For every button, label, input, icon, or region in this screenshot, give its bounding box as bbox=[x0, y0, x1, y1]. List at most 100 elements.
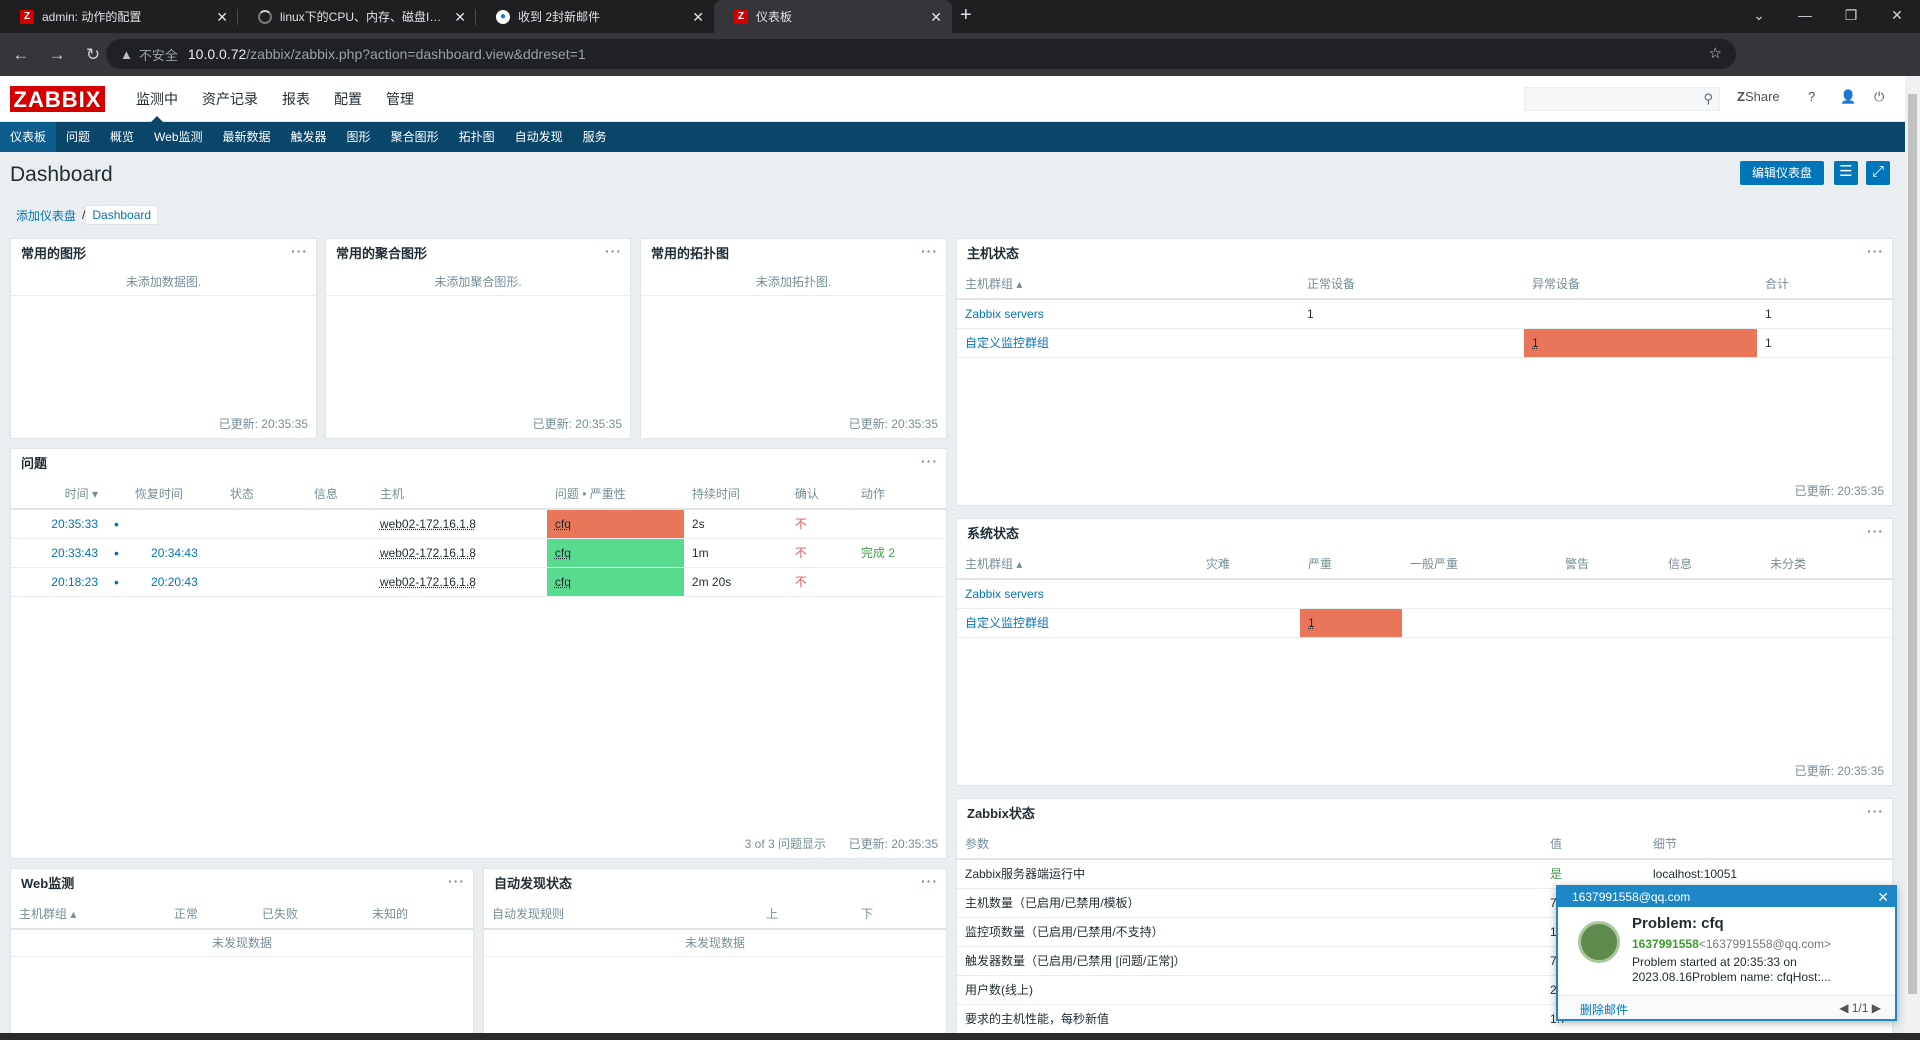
widget-menu-icon[interactable]: ··· bbox=[1867, 236, 1884, 266]
close-tab-icon[interactable]: ✕ bbox=[692, 9, 704, 26]
close-window-icon[interactable]: ✕ bbox=[1874, 0, 1920, 33]
actions-link[interactable] bbox=[852, 509, 946, 539]
problem-name[interactable]: cfq bbox=[546, 538, 684, 568]
browser-tab-mail[interactable]: ● 收到 2封新邮件 ✕ bbox=[476, 0, 714, 33]
menu-configuration[interactable]: 配置 bbox=[322, 76, 374, 122]
table-row: 自定义监控群组 1 1 bbox=[957, 328, 1892, 358]
url-host: 10.0.0.72 bbox=[187, 46, 247, 62]
ack-link[interactable]: 不 bbox=[786, 509, 853, 539]
ack-link[interactable]: 不 bbox=[786, 538, 853, 568]
tab-search-icon[interactable]: ⌄ bbox=[1736, 0, 1782, 33]
minimize-icon[interactable]: — bbox=[1782, 0, 1828, 33]
problem-time[interactable]: 20:33:43 bbox=[11, 538, 106, 568]
submenu-maps[interactable]: 拓扑图 bbox=[449, 122, 505, 152]
host-group-link[interactable]: 自定义监控群组 bbox=[957, 608, 1198, 638]
ack-link[interactable]: 不 bbox=[786, 567, 853, 597]
recovery-time[interactable]: 20:20:43 bbox=[126, 567, 222, 597]
browser-tab-actions[interactable]: Z admin: 动作的配置 ✕ bbox=[0, 0, 238, 33]
dashboard-menu-icon[interactable]: ☰ bbox=[1834, 161, 1858, 185]
close-tab-icon[interactable]: ✕ bbox=[930, 9, 942, 26]
host-link[interactable]: web02-172.16.1.8 bbox=[371, 538, 547, 568]
submenu-latest-data[interactable]: 最新数据 bbox=[213, 122, 281, 152]
prev-icon[interactable]: ◀ bbox=[1839, 1001, 1852, 1015]
widget-menu-icon[interactable]: ··· bbox=[1867, 516, 1884, 546]
host-group-link[interactable]: 自定义监控群组 bbox=[957, 328, 1299, 358]
widget-favorite-maps: 常用的拓扑图 ··· 未添加拓扑图. 已更新: 20:35:35 bbox=[640, 238, 947, 439]
widget-menu-icon[interactable]: ··· bbox=[291, 236, 308, 266]
submenu-overview[interactable]: 概览 bbox=[100, 122, 144, 152]
main-menu: 监测中 资产记录 报表 配置 管理 bbox=[124, 76, 426, 122]
actions-link[interactable] bbox=[852, 567, 946, 597]
restore-icon[interactable]: ❐ bbox=[1828, 0, 1874, 33]
timeline-dot-icon: • bbox=[106, 538, 127, 568]
widget-menu-icon[interactable]: ··· bbox=[605, 236, 622, 266]
menu-administration[interactable]: 管理 bbox=[374, 76, 426, 122]
submenu-services[interactable]: 服务 bbox=[573, 122, 617, 152]
host-group-link[interactable]: Zabbix servers bbox=[957, 299, 1299, 329]
mail-notification-popup[interactable]: 1637991558@qq.com ✕ Problem: cfq 16379915… bbox=[1556, 885, 1897, 1021]
host-group-link[interactable]: Zabbix servers bbox=[957, 579, 1198, 609]
submenu-triggers[interactable]: 触发器 bbox=[281, 122, 337, 152]
widget-menu-icon[interactable]: ··· bbox=[448, 866, 465, 896]
host-link[interactable]: web02-172.16.1.8 bbox=[371, 567, 547, 597]
breadcrumb-root[interactable]: 添加仪表盘 bbox=[10, 207, 82, 224]
fullscreen-icon[interactable]: ⤢ bbox=[1866, 161, 1890, 185]
col-host-group[interactable]: 主机群组 ▴ bbox=[957, 269, 1299, 300]
mail-subject[interactable]: Problem: cfq bbox=[1632, 915, 1724, 932]
close-tab-icon[interactable]: ✕ bbox=[216, 9, 228, 26]
delete-mail-button[interactable]: 删除邮件 bbox=[1580, 1001, 1628, 1018]
recovery-time[interactable] bbox=[126, 509, 222, 539]
new-tab-icon[interactable]: + bbox=[960, 0, 972, 33]
mail-preview[interactable]: Problem started at 20:35:33 on 2023.08.1… bbox=[1632, 955, 1882, 985]
problem-name[interactable]: cfq bbox=[546, 567, 684, 597]
back-icon[interactable]: ← bbox=[6, 45, 36, 65]
col-time[interactable]: 时间 ▾ bbox=[11, 479, 106, 510]
high-count bbox=[1300, 579, 1402, 609]
reload-icon[interactable]: ↻ bbox=[78, 45, 108, 65]
submenu-graphs[interactable]: 图形 bbox=[337, 122, 381, 152]
recovery-time[interactable]: 20:34:43 bbox=[126, 538, 222, 568]
problem-time[interactable]: 20:35:33 bbox=[11, 509, 106, 539]
search-input[interactable]: ⚲ bbox=[1524, 87, 1720, 111]
close-tab-icon[interactable]: ✕ bbox=[454, 9, 466, 26]
close-icon[interactable]: ✕ bbox=[1877, 887, 1889, 907]
widget-menu-icon[interactable]: ··· bbox=[921, 236, 938, 266]
sign-out-icon[interactable]: ⏻ bbox=[1874, 89, 1884, 105]
address-bar[interactable]: ▲ 不安全 10.0.0.72/zabbix/zabbix.php?action… bbox=[106, 39, 1736, 69]
scrollbar-thumb[interactable] bbox=[1908, 94, 1917, 994]
browser-tab-linux[interactable]: linux下的CPU、内存、磁盘IO、 ✕ bbox=[238, 0, 476, 33]
submenu-discovery[interactable]: 自动发现 bbox=[505, 122, 573, 152]
user-profile-icon[interactable]: 👤 bbox=[1840, 89, 1856, 105]
actions-link[interactable]: 完成 2 bbox=[852, 538, 946, 568]
submenu-dashboard[interactable]: 仪表板 bbox=[0, 122, 57, 152]
search-icon[interactable]: ⚲ bbox=[1703, 91, 1713, 107]
browser-tab-dashboard[interactable]: Z 仪表板 ✕ bbox=[714, 0, 952, 33]
submenu-web[interactable]: Web监测 bbox=[144, 122, 212, 152]
share-button[interactable]: ZShare bbox=[1737, 89, 1780, 104]
col-host-group[interactable]: 主机群组 ▴ bbox=[11, 899, 166, 930]
widget-menu-icon[interactable]: ··· bbox=[921, 866, 938, 896]
widget-menu-icon[interactable]: ··· bbox=[921, 446, 938, 476]
zabbix-logo[interactable]: ZABBIX bbox=[10, 86, 105, 112]
widget-web-monitoring: Web监测 ··· 主机群组 ▴ 正常 已失败 未知的 未发现数据 bbox=[10, 868, 474, 1038]
submenu-problems[interactable]: 问题 bbox=[56, 122, 100, 152]
forward-icon[interactable]: → bbox=[42, 45, 72, 65]
widget-menu-icon[interactable]: ··· bbox=[1867, 799, 1884, 826]
problem-name[interactable]: cfq bbox=[546, 509, 684, 539]
menu-inventory[interactable]: 资产记录 bbox=[190, 76, 270, 122]
next-icon[interactable]: ▶ bbox=[1868, 1001, 1881, 1015]
widget-title: 常用的聚合图形 ··· bbox=[326, 239, 630, 269]
edit-dashboard-button[interactable]: 编辑仪表盘 bbox=[1740, 161, 1824, 185]
problem-count[interactable]: 1 bbox=[1524, 328, 1757, 358]
breadcrumb-current[interactable]: Dashboard bbox=[85, 205, 159, 225]
bookmark-star-icon[interactable]: ☆ bbox=[1709, 44, 1722, 62]
high-count[interactable]: 1 bbox=[1300, 608, 1402, 638]
page-scrollbar[interactable] bbox=[1905, 76, 1920, 1040]
menu-monitoring[interactable]: 监测中 bbox=[124, 76, 190, 122]
submenu-screens[interactable]: 聚合图形 bbox=[381, 122, 449, 152]
help-icon[interactable]: ? bbox=[1808, 89, 1815, 104]
host-link[interactable]: web02-172.16.1.8 bbox=[371, 509, 547, 539]
menu-reports[interactable]: 报表 bbox=[270, 76, 322, 122]
problem-time[interactable]: 20:18:23 bbox=[11, 567, 106, 597]
col-host-group[interactable]: 主机群组 ▴ bbox=[957, 549, 1198, 580]
